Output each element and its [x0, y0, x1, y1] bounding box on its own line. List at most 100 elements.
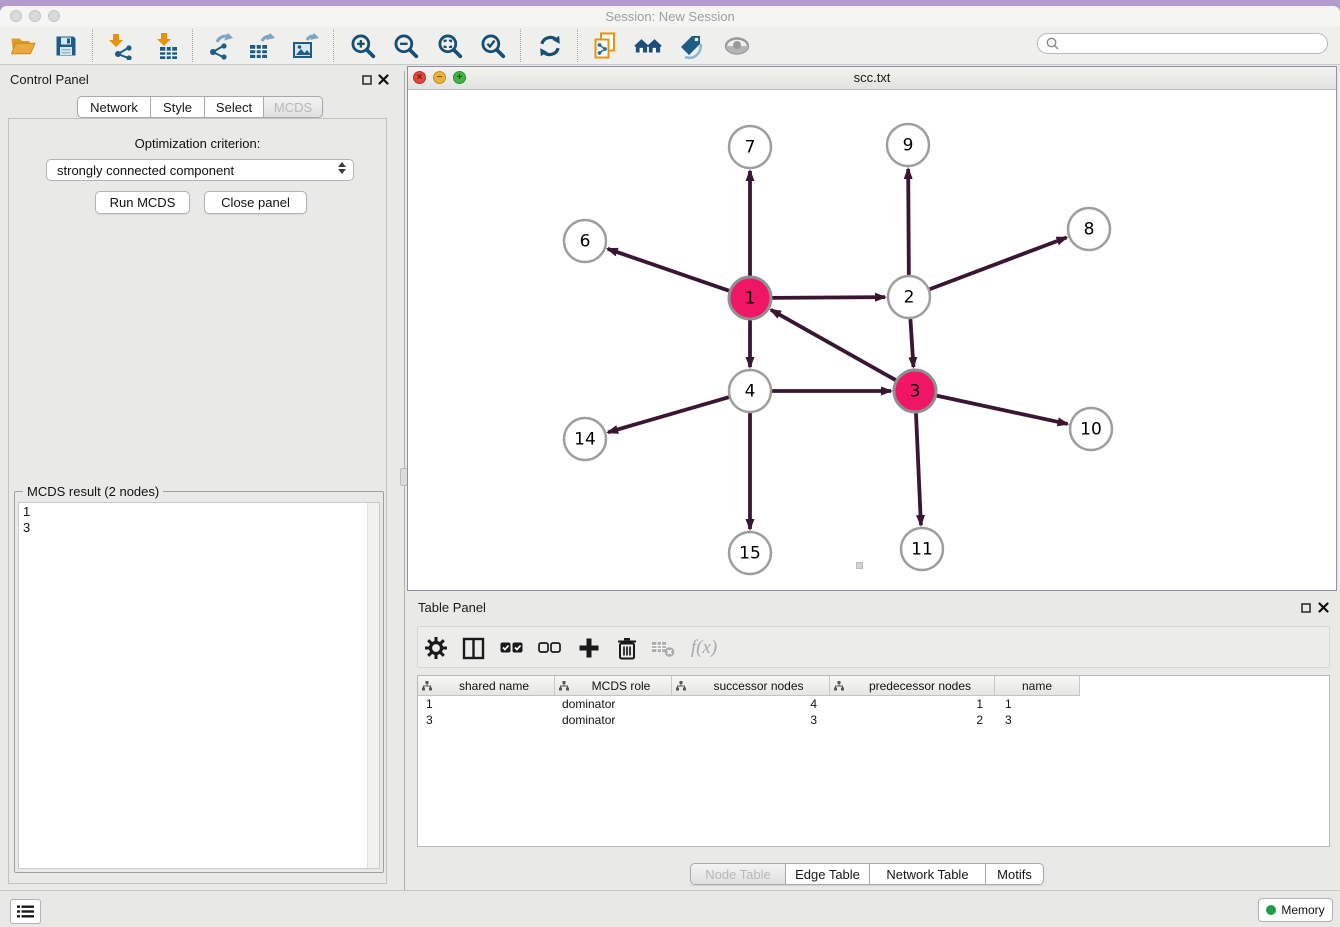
mcds-result-group: MCDS result (2 nodes) 1 3	[14, 491, 384, 873]
column-header-successor-nodes[interactable]: successor nodes	[672, 676, 830, 696]
close-table-panel-icon[interactable]	[1317, 601, 1330, 614]
export-network-icon[interactable]	[207, 32, 235, 60]
criterion-select[interactable]: strongly connected component	[46, 159, 354, 181]
graph-node-11[interactable]: 11	[901, 528, 943, 570]
tab-motifs[interactable]: Motifs	[986, 863, 1044, 885]
control-panel-tabs: NetworkStyleSelectMCDS	[77, 96, 323, 118]
svg-text:14: 14	[574, 430, 596, 450]
column-header-name[interactable]: name	[995, 676, 1080, 696]
svg-text:3: 3	[910, 382, 921, 402]
memory-button[interactable]: Memory	[1258, 898, 1333, 922]
graph-edge-2-8[interactable]	[930, 237, 1067, 289]
delete-columns-icon[interactable]	[613, 634, 641, 662]
zoom-fit-icon[interactable]	[436, 32, 464, 60]
status-bar: Memory	[0, 890, 1340, 927]
unselect-all-columns-icon[interactable]	[535, 634, 563, 662]
tab-node-table[interactable]: Node Table	[690, 863, 786, 885]
graph-node-10[interactable]: 10	[1070, 408, 1112, 450]
tab-style[interactable]: Style	[151, 96, 205, 118]
graph-edge-3-1[interactable]	[771, 310, 896, 380]
network-canvas[interactable]: 7 9 6 8 1 2 4 3 14 10 15 11	[408, 89, 1336, 590]
graph-node-3[interactable]: 3	[894, 370, 936, 412]
search-input[interactable]	[1064, 36, 1319, 52]
select-stepper-icon	[338, 162, 346, 174]
show-columns-icon[interactable]	[459, 634, 487, 662]
refresh-icon[interactable]	[536, 32, 564, 60]
tab-edge-table[interactable]: Edge Table	[786, 863, 870, 885]
table-panel-tabs: Node TableEdge TableNetwork TableMotifs	[690, 863, 1044, 885]
run-mcds-button[interactable]: Run MCDS	[95, 191, 190, 214]
column-header-mcds-role[interactable]: MCDS role	[555, 676, 672, 696]
application-window: Session: New Session	[0, 6, 1340, 926]
window-title: Session: New Session	[0, 6, 1340, 27]
criterion-value: strongly connected component	[57, 163, 234, 178]
hide-selected-icon[interactable]	[723, 32, 751, 60]
graph-edge-2-9[interactable]	[908, 169, 909, 275]
select-all-columns-icon[interactable]	[497, 634, 525, 662]
network-view-title: scc.txt	[408, 67, 1336, 89]
mcds-result-area[interactable]: 1 3	[18, 502, 380, 869]
graph-node-15[interactable]: 15	[729, 532, 771, 574]
svg-text:4: 4	[745, 382, 756, 402]
graph-edge-3-11[interactable]	[916, 413, 921, 525]
zoom-in-icon[interactable]	[349, 32, 377, 60]
task-history-button[interactable]	[10, 899, 41, 924]
float-table-panel-icon[interactable]	[1299, 601, 1312, 614]
toolbar-separator	[333, 29, 334, 62]
close-panel-button[interactable]: Close panel	[204, 191, 307, 214]
import-table-icon[interactable]	[152, 32, 180, 60]
graph-node-4[interactable]: 4	[729, 370, 771, 412]
table-cell: 3	[418, 713, 555, 727]
open-file-icon[interactable]	[9, 32, 37, 60]
column-header-shared-name[interactable]: shared name	[418, 676, 555, 696]
graph-edge-1-2[interactable]	[772, 297, 885, 298]
graph-edge-4-14[interactable]	[608, 397, 729, 432]
tab-network-table[interactable]: Network Table	[870, 863, 986, 885]
graph-edge-3-10[interactable]	[937, 396, 1068, 424]
toolbar-separator	[520, 29, 521, 62]
clone-network-icon[interactable]	[592, 32, 620, 60]
graph-edge-1-6[interactable]	[608, 249, 730, 291]
table-cell: 1	[418, 697, 555, 711]
table-panel: Table Panel	[407, 595, 1340, 889]
table-row[interactable]: 3dominator323	[418, 712, 1329, 728]
graph-node-8[interactable]: 8	[1068, 208, 1110, 250]
zoom-out-icon[interactable]	[392, 32, 420, 60]
graph-edge-2-3[interactable]	[910, 319, 913, 367]
export-image-icon[interactable]	[292, 32, 320, 60]
search-field[interactable]	[1037, 33, 1328, 54]
graph-node-6[interactable]: 6	[564, 220, 606, 262]
network-window-titlebar[interactable]: × − + scc.txt	[408, 67, 1336, 90]
main-toolbar	[0, 27, 1340, 65]
graph-node-1[interactable]: 1	[729, 277, 771, 319]
graph-node-2[interactable]: 2	[888, 276, 930, 318]
table-row[interactable]: 1dominator411	[418, 696, 1329, 712]
svg-text:7: 7	[745, 138, 756, 158]
zoom-selected-icon[interactable]	[479, 32, 507, 60]
tab-select[interactable]: Select	[205, 96, 264, 118]
save-session-icon[interactable]	[52, 32, 80, 60]
svg-text:15: 15	[739, 544, 761, 564]
first-neighbors-icon[interactable]	[634, 32, 662, 60]
graph-node-7[interactable]: 7	[729, 126, 771, 168]
table-cell: 1	[995, 697, 1080, 711]
column-header-predecessor-nodes[interactable]: predecessor nodes	[830, 676, 995, 696]
float-panel-icon[interactable]	[360, 73, 373, 86]
toolbar-separator	[192, 29, 193, 62]
export-table-icon[interactable]	[248, 32, 276, 60]
result-scrollbar[interactable]	[367, 503, 379, 868]
add-column-icon[interactable]	[575, 634, 603, 662]
close-panel-icon[interactable]	[377, 73, 390, 86]
mcds-result-title: MCDS result (2 nodes)	[23, 484, 163, 499]
view-resize-handle[interactable]	[856, 562, 863, 569]
table-options-gear-icon[interactable]	[422, 634, 450, 662]
table-cell: dominator	[555, 713, 672, 727]
table-cell: 4	[672, 697, 830, 711]
tab-mcds[interactable]: MCDS	[264, 96, 323, 118]
memory-label: Memory	[1281, 903, 1324, 917]
import-network-icon[interactable]	[105, 32, 133, 60]
tab-network[interactable]: Network	[77, 96, 151, 118]
show-hide-labels-icon[interactable]	[678, 32, 706, 60]
graph-node-14[interactable]: 14	[564, 418, 606, 460]
graph-node-9[interactable]: 9	[887, 124, 929, 166]
